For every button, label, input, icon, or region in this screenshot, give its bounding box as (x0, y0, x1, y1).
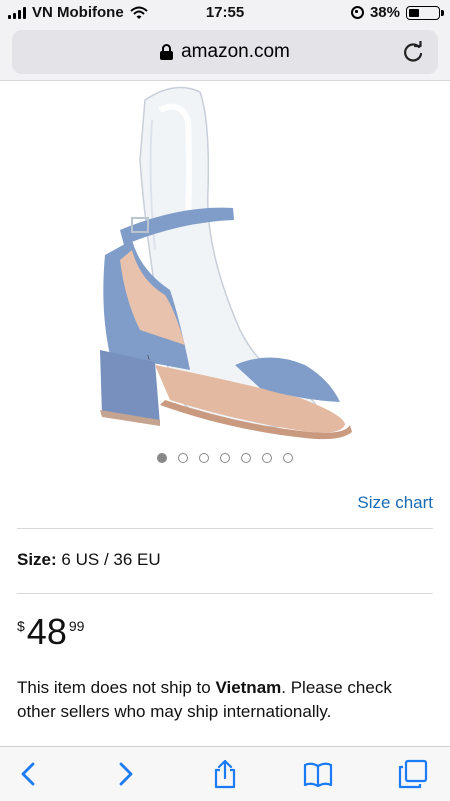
battery-fill (409, 8, 419, 17)
battery-percent: 38% (369, 4, 400, 21)
browser-toolbar (0, 746, 450, 801)
battery-icon (406, 5, 444, 20)
shipping-country: Vietnam (215, 678, 282, 697)
carousel-dot[interactable] (199, 453, 209, 463)
lock-icon (160, 44, 174, 60)
carousel-dot[interactable] (178, 453, 188, 463)
divider (17, 528, 433, 529)
shipping-note: This item does not ship to Vietnam. Plea… (17, 676, 433, 724)
price-currency-symbol: $ (17, 618, 25, 634)
browser-chrome: amazon.com (0, 26, 450, 81)
chevron-right-icon[interactable] (110, 759, 140, 789)
book-icon[interactable] (303, 759, 333, 789)
carousel-dot[interactable] (262, 453, 272, 463)
carousel-dot[interactable] (283, 453, 293, 463)
carousel-dot[interactable] (241, 453, 251, 463)
price-fraction: 99 (68, 618, 85, 634)
address-bar[interactable]: amazon.com (12, 30, 438, 74)
status-bar: VN Mobifone 17:55 38% (0, 0, 450, 26)
chevron-left-icon[interactable] (14, 759, 44, 789)
carousel-dot[interactable] (157, 453, 167, 463)
url-text: amazon.com (181, 41, 290, 62)
size-selector[interactable]: Size: 6 US / 36 EU (17, 550, 161, 570)
tabs-icon[interactable] (398, 759, 428, 789)
orientation-lock-icon (350, 6, 364, 19)
size-chart-link[interactable]: Size chart (357, 493, 433, 513)
product-image[interactable]: ~ (60, 80, 390, 440)
price-whole: 48 (26, 611, 67, 652)
size-value: 6 US / 36 EU (61, 550, 161, 569)
share-icon[interactable] (210, 759, 240, 789)
divider (17, 593, 433, 594)
image-carousel-dots (0, 453, 450, 463)
shipping-note-text: This item does not ship to (17, 678, 216, 697)
status-right: 38% (350, 4, 444, 21)
size-label: Size: (17, 550, 57, 569)
reload-icon[interactable] (402, 41, 424, 63)
price: $ 48 99 (17, 612, 84, 652)
carousel-dot[interactable] (220, 453, 230, 463)
